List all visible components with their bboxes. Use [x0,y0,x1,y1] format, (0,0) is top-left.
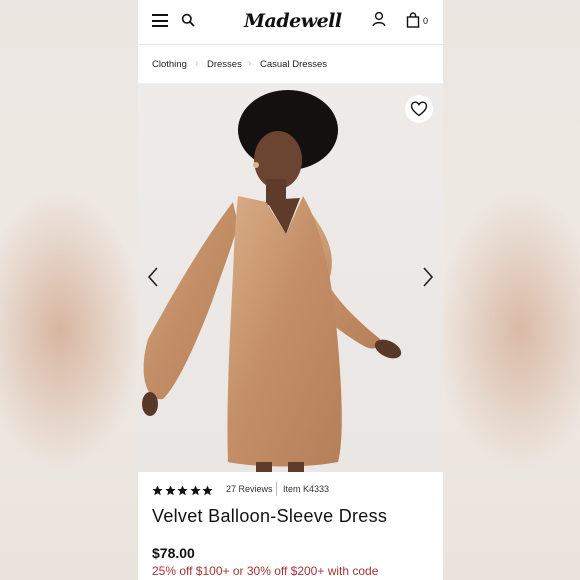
model-photo [142,90,402,472]
item-number: Item K4333 [283,484,330,494]
breadcrumb-separator: › [248,58,252,69]
chevron-left-icon[interactable] [146,266,160,288]
breadcrumb-casual-dresses[interactable]: Casual Dresses [260,59,327,70]
bag-count: 0 [423,16,429,26]
star-icon [202,485,213,496]
search-icon[interactable] [181,13,195,27]
promo-text: 25% off $100+ or 30% off $200+ with code [152,564,379,578]
brand-logo-text: Madewell [244,10,342,32]
star-icon [164,485,176,496]
star-icon [152,485,163,496]
hamburger-menu-icon[interactable] [152,14,168,27]
mobile-page: Madewell 0 Clothing › Dresses › Casual D… [138,0,443,580]
brand-logo[interactable]: Madewell [244,8,342,34]
favorite-button[interactable] [405,95,433,123]
chevron-right-icon[interactable] [421,266,435,288]
reviews-link[interactable]: 27 Reviews [226,484,273,494]
product-price: $78.00 [152,545,195,561]
user-icon[interactable] [372,11,386,27]
star-icon [189,485,201,496]
breadcrumb-clothing[interactable]: Clothing [152,59,187,70]
product-image[interactable] [138,84,443,472]
divider [276,482,277,496]
breadcrumb-dresses[interactable]: Dresses [207,59,242,70]
breadcrumb: Clothing › Dresses › Casual Dresses [138,45,443,84]
shopping-bag-icon[interactable] [406,12,420,28]
product-title: Velvet Balloon-Sleeve Dress [152,506,388,526]
star-icon [177,485,188,496]
rating-stars[interactable] [152,483,215,496]
breadcrumb-separator: › [195,58,199,69]
heart-icon [410,101,428,117]
header-bar: Madewell 0 [138,0,443,45]
product-info: 27 Reviews Item K4333 Velvet Balloon-Sle… [138,472,443,580]
